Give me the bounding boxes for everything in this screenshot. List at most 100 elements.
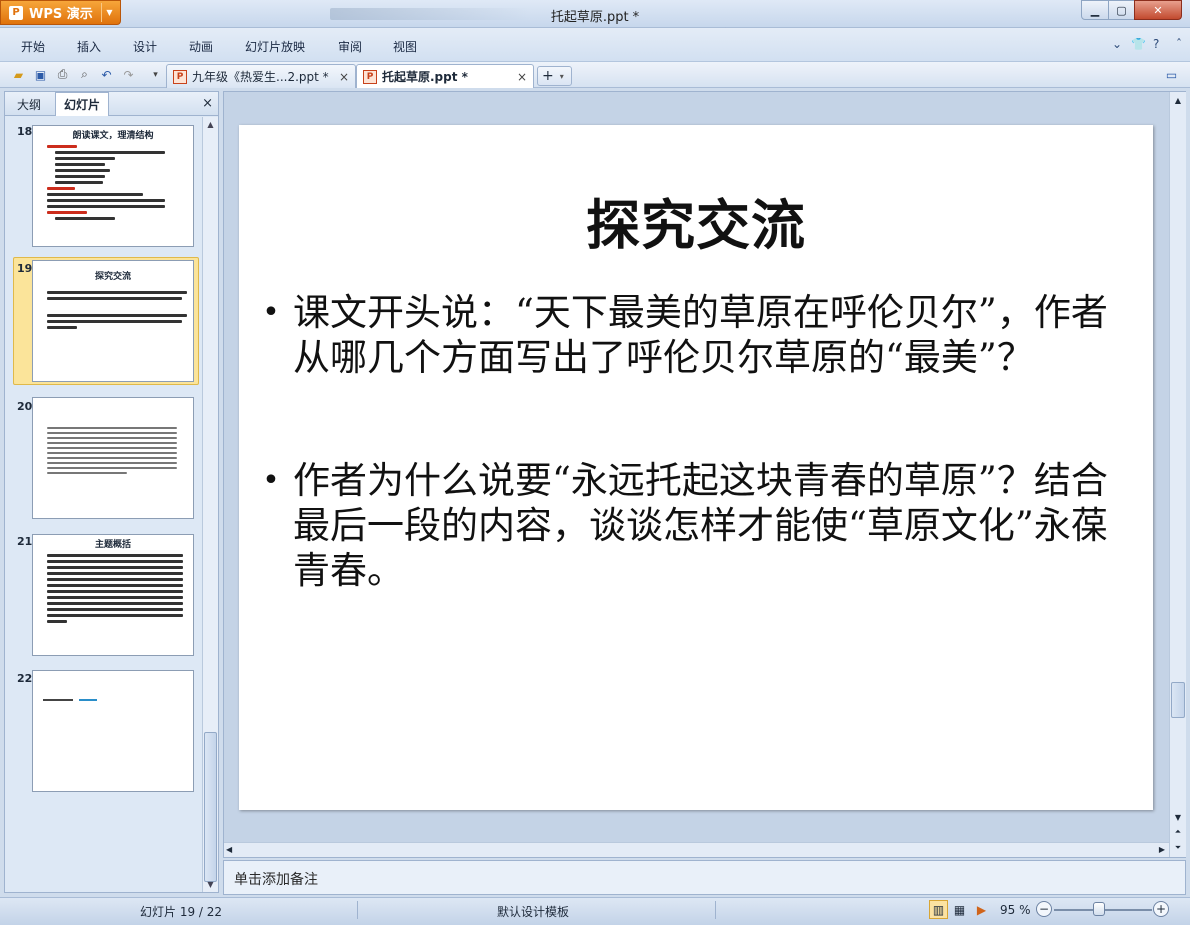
chevron-down-icon[interactable]: ⌄	[1112, 37, 1122, 51]
ribbon-collapse-icon[interactable]: ˆ	[1176, 37, 1182, 51]
scroll-down-icon[interactable]: ▼	[1170, 810, 1186, 824]
menu-slideshow[interactable]: 幻灯片放映	[245, 38, 305, 55]
window-layout-icon[interactable]: ▭	[1163, 66, 1180, 83]
thumb-line	[55, 157, 115, 160]
thumb-line	[47, 437, 177, 439]
skin-shirt-icon[interactable]: 👕	[1131, 37, 1146, 51]
print-preview-icon[interactable]: ⌕	[76, 66, 93, 83]
scroll-right-icon[interactable]: ▶	[1159, 845, 1165, 854]
doc-tab-2[interactable]: P 托起草原.ppt * ×	[356, 64, 534, 88]
slide-sorter-view-icon[interactable]: ▦	[950, 900, 969, 919]
scroll-up-icon[interactable]: ▲	[1170, 92, 1186, 108]
template-name[interactable]: 默认设计模板	[497, 903, 569, 920]
thumb-line	[55, 169, 110, 172]
menu-design[interactable]: 设计	[133, 38, 157, 55]
close-panel-icon[interactable]: ×	[202, 96, 213, 111]
scrollbar-thumb[interactable]	[1171, 682, 1185, 718]
thumb-line	[47, 457, 177, 459]
bullet-dot-icon: •	[262, 463, 280, 498]
menu-animation[interactable]: 动画	[189, 38, 213, 55]
close-tab-icon[interactable]: ×	[517, 70, 527, 84]
ppt-file-icon: P	[363, 69, 377, 84]
next-slide-icon[interactable]: ⏷	[1170, 841, 1186, 855]
scroll-down-icon[interactable]: ▼	[203, 877, 218, 892]
normal-view-icon[interactable]: ▥	[929, 900, 948, 919]
save-icon[interactable]: ▣	[32, 66, 49, 83]
zoom-in-icon[interactable]: +	[1153, 901, 1169, 917]
thumb-line	[47, 590, 183, 593]
tab-outline[interactable]: 大纲	[9, 92, 49, 116]
thumb-line	[47, 602, 183, 605]
thumb-line	[47, 442, 177, 444]
thumb-line	[43, 699, 73, 701]
open-folder-icon[interactable]: ▰	[10, 66, 27, 83]
toolbar-dropdown-icon[interactable]: ▾	[147, 66, 164, 83]
slide-canvas[interactable]: 探究交流 • 课文开头说：“天下最美的草原在呼伦贝尔”，作者从哪几个方面写出了呼…	[239, 125, 1153, 810]
thumb-line	[47, 187, 75, 190]
zoom-slider-handle[interactable]	[1093, 902, 1105, 916]
scrollbar-thumb[interactable]	[204, 732, 217, 882]
thumb-line	[47, 614, 183, 617]
thumb-line	[47, 320, 182, 323]
ppt-file-icon: P	[173, 69, 187, 84]
menu-bar: 开始 插入 设计 动画 幻灯片放映 审阅 视图 ⌄ 👕 ? ˆ	[0, 28, 1190, 62]
menu-home[interactable]: 开始	[21, 38, 45, 55]
menu-view[interactable]: 视图	[393, 38, 417, 55]
thumb-line	[47, 554, 183, 557]
zoom-out-icon[interactable]: −	[1036, 901, 1052, 917]
slide-thumbnail-22[interactable]	[32, 670, 194, 792]
thumb-line	[47, 560, 183, 563]
menu-review[interactable]: 审阅	[338, 38, 362, 55]
doc-tab-label: 九年级《热爱生...2.ppt *	[192, 70, 329, 84]
maximize-button[interactable]: ▢	[1108, 0, 1135, 20]
status-divider	[357, 901, 358, 919]
thumb-spacer	[37, 675, 189, 699]
thumb-line	[47, 205, 165, 208]
editor-vertical-scrollbar[interactable]: ▲ ▼ ⏶ ⏷	[1169, 92, 1186, 857]
chevron-down-icon[interactable]: ▾	[560, 72, 564, 81]
thumb-line	[47, 447, 177, 449]
print-icon[interactable]: ⎙	[54, 66, 71, 83]
previous-slide-icon[interactable]: ⏶	[1170, 825, 1186, 839]
new-tab-button[interactable]: + ▾	[537, 66, 572, 86]
help-icon[interactable]: ?	[1153, 37, 1159, 51]
thumb-line	[47, 608, 183, 611]
title-bar: P WPS 演示 ▼ 托起草原.ppt * ▁ ▢ ✕	[0, 0, 1190, 28]
slide-bullet[interactable]: • 课文开头说：“天下最美的草原在呼伦贝尔”，作者从哪几个方面写出了呼伦贝尔草原…	[249, 290, 1139, 380]
notes-pane[interactable]: 单击添加备注	[223, 860, 1186, 895]
slide-thumbnail-20[interactable]	[32, 397, 194, 519]
zoom-level: 95 %	[1000, 903, 1031, 917]
close-window-button[interactable]: ✕	[1134, 0, 1182, 20]
minimize-button[interactable]: ▁	[1081, 0, 1109, 20]
thumb-line	[55, 181, 103, 184]
redo-icon[interactable]: ↷	[120, 66, 137, 83]
slide-bullet[interactable]: • 作者为什么说要“永远托起这块青春的草原”？结合最后一段的内容，谈谈怎样才能使…	[249, 458, 1139, 593]
status-bar: 幻灯片 19 / 22 默认设计模板 ▥ ▦ ▶ 95 % − +	[0, 897, 1190, 925]
slide-thumbnail-19[interactable]: 探究交流	[32, 260, 194, 382]
thumb-line	[47, 596, 183, 599]
close-tab-icon[interactable]: ×	[339, 70, 349, 84]
scroll-left-icon[interactable]: ◀	[226, 845, 232, 854]
tab-slides[interactable]: 幻灯片	[55, 92, 110, 116]
slides-panel: 大纲 幻灯片 × 18 朗读课文，理清结构 19 探究交流 20 21 主题概括…	[4, 91, 219, 893]
bullet-text: 作者为什么说要“永远托起这块青春的草原”？结合最后一段的内容，谈谈怎样才能使“草…	[293, 459, 1108, 592]
slide-title[interactable]: 探究交流	[239, 181, 1153, 260]
slide-editor: 探究交流 • 课文开头说：“天下最美的草原在呼伦贝尔”，作者从哪几个方面写出了呼…	[223, 91, 1186, 858]
editor-horizontal-scrollbar[interactable]: ◀ ▶	[224, 842, 1169, 857]
thumb-bullet-row	[43, 699, 189, 701]
slideshow-view-icon[interactable]: ▶	[972, 900, 991, 919]
bullet-text: 课文开头说：“天下最美的草原在呼伦贝尔”，作者从哪几个方面写出了呼伦贝尔草原的“…	[293, 291, 1108, 379]
slide-number: 21	[17, 535, 33, 548]
undo-icon[interactable]: ↶	[98, 66, 115, 83]
scroll-up-icon[interactable]: ▲	[203, 117, 218, 132]
slide-thumbnail-18[interactable]: 朗读课文，理清结构	[32, 125, 194, 247]
thumbnail-scrollbar[interactable]: ▲ ▼	[202, 117, 218, 892]
thumb-line	[47, 462, 177, 464]
menu-insert[interactable]: 插入	[77, 38, 101, 55]
slide-number: 19	[17, 262, 33, 275]
thumb-line	[55, 163, 105, 166]
slide-thumbnail-21[interactable]: 主题概括	[32, 534, 194, 656]
doc-tab-1[interactable]: P 九年级《热爱生...2.ppt * ×	[166, 64, 356, 88]
thumb-title: 探究交流	[94, 272, 131, 282]
thumb-line	[47, 193, 143, 196]
